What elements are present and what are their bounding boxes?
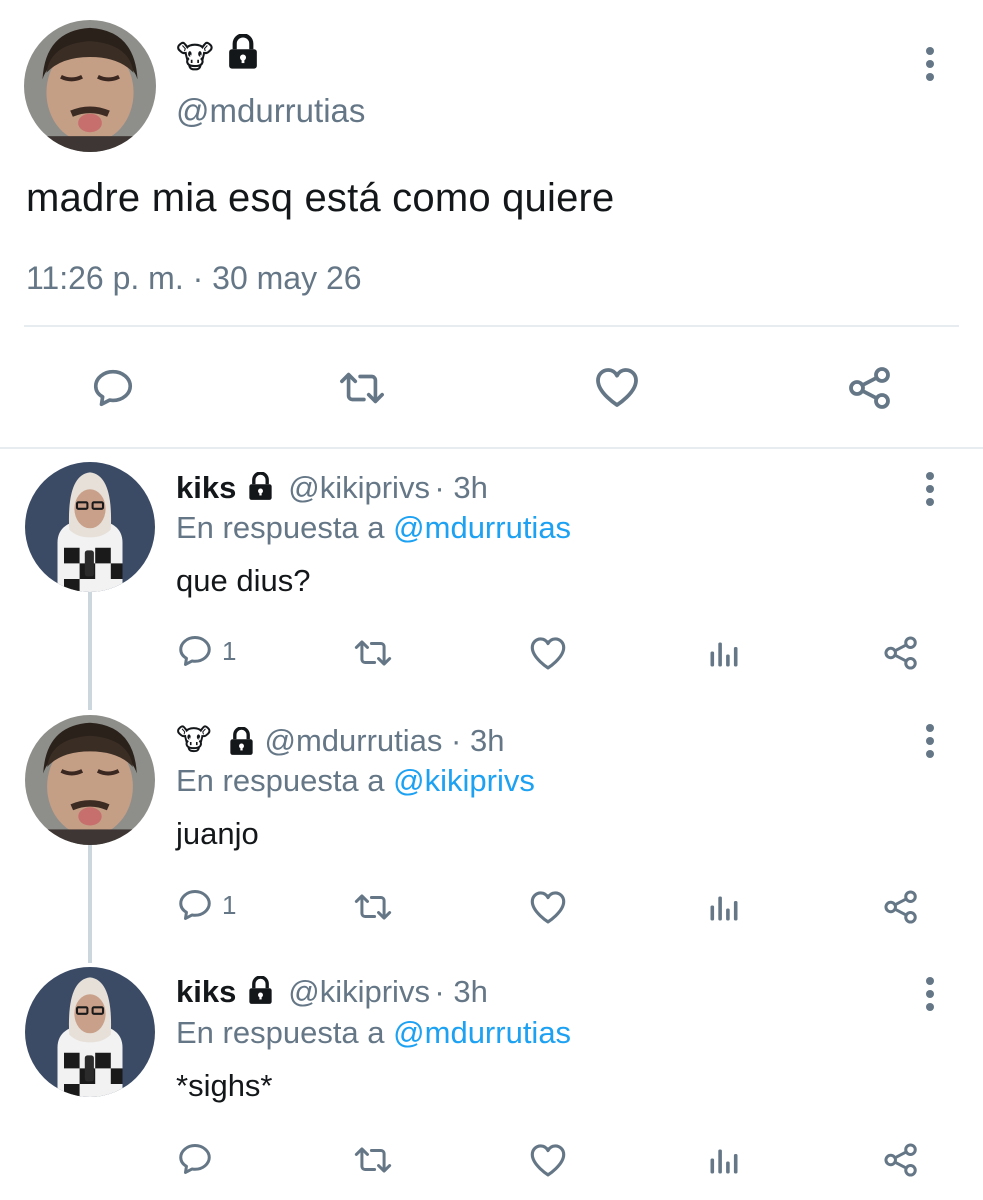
reply-context: En respuesta a @mdurrutias	[176, 510, 572, 545]
share-icon	[884, 890, 917, 924]
speech-bubble-icon	[93, 369, 133, 407]
retweet-button[interactable]	[352, 1141, 394, 1179]
analytics-button[interactable]	[706, 1141, 742, 1179]
like-button[interactable]	[528, 634, 568, 672]
user-handle[interactable]: @kikiprivs	[288, 974, 430, 1009]
divider	[0, 447, 983, 449]
like-button[interactable]	[528, 1141, 568, 1179]
reply-context: En respuesta a @kikiprivs	[176, 763, 535, 798]
share-button[interactable]	[882, 634, 920, 672]
speech-bubble-icon	[179, 890, 211, 920]
reply-header: 🐮 @mdurrutias · 3h	[176, 721, 504, 761]
user-handle[interactable]: @mdurrutias	[265, 723, 443, 759]
reply-time: 3h	[469, 723, 505, 758]
reply-count: 1	[222, 889, 237, 920]
heart-icon	[596, 368, 638, 407]
author-emoji: 🐮	[176, 724, 212, 757]
share-icon	[884, 636, 917, 670]
avatar-kikiprivs[interactable]	[25, 967, 155, 1097]
retweet-icon	[354, 894, 392, 920]
lock-icon	[228, 726, 255, 756]
user-handle[interactable]: @kikiprivs	[288, 470, 430, 505]
heart-icon	[530, 1144, 566, 1177]
retweet-icon	[354, 1147, 392, 1173]
reply-text: *sighs*	[176, 1068, 273, 1103]
analytics-button[interactable]	[706, 888, 742, 926]
lock-icon	[247, 472, 274, 501]
reply-text: que dius?	[176, 563, 311, 598]
share-icon	[849, 367, 890, 409]
avatar-mdurrutias[interactable]	[25, 715, 155, 845]
like-button[interactable]	[528, 888, 568, 926]
display-name[interactable]: kiks	[176, 470, 236, 505]
reply-text: juanjo	[176, 816, 259, 851]
speech-bubble-icon	[179, 636, 211, 666]
more-options-icon[interactable]	[918, 977, 942, 1016]
share-button[interactable]	[846, 364, 894, 412]
bar-chart-icon	[710, 896, 738, 921]
reply-to-link[interactable]: @mdurrutias	[393, 510, 571, 545]
reply-count: 1	[222, 635, 237, 666]
display-name[interactable]: kiks	[176, 974, 236, 1009]
retweet-button[interactable]	[352, 634, 394, 672]
retweet-icon	[354, 640, 392, 666]
tweet-text: madre mia esq está como quiere	[26, 176, 615, 220]
retweet-icon	[340, 372, 384, 404]
tweet-timestamp: 11:26 p. m. · 30 may 26	[26, 260, 362, 296]
thread-line	[88, 592, 92, 710]
bar-chart-icon	[710, 642, 738, 667]
author-handle[interactable]: @mdurrutias	[176, 92, 365, 130]
author-emoji: 🐮	[176, 39, 214, 75]
share-icon	[884, 1143, 917, 1177]
share-button[interactable]	[882, 888, 920, 926]
like-button[interactable]	[593, 364, 641, 410]
reply-context: En respuesta a @mdurrutias	[176, 1015, 572, 1050]
reply-time: 3h	[453, 470, 488, 505]
thread-line	[88, 845, 92, 963]
more-options-icon[interactable]	[918, 47, 942, 86]
reply-to-link[interactable]: @kikiprivs	[393, 763, 535, 798]
speech-bubble-icon	[179, 1144, 211, 1174]
avatar-kikiprivs[interactable]	[25, 462, 155, 592]
reply-to-link[interactable]: @mdurrutias	[393, 1015, 571, 1050]
reply-button[interactable]: 1	[176, 886, 236, 924]
bar-chart-icon	[710, 1149, 738, 1174]
lock-icon	[226, 34, 260, 70]
more-options-icon[interactable]	[918, 472, 942, 511]
lock-icon	[247, 976, 274, 1005]
reply-time: 3h	[453, 974, 488, 1009]
heart-icon	[530, 891, 566, 924]
reply-button[interactable]	[176, 1140, 214, 1178]
analytics-button[interactable]	[706, 634, 742, 672]
retweet-button[interactable]	[337, 365, 387, 411]
share-button[interactable]	[882, 1141, 920, 1179]
reply-button[interactable]	[90, 365, 136, 411]
reply-header: kiks @kikiprivs · 3h	[176, 470, 488, 505]
heart-icon	[530, 637, 566, 670]
more-options-icon[interactable]	[918, 724, 942, 763]
reply-header: kiks @kikiprivs · 3h	[176, 974, 488, 1009]
retweet-button[interactable]	[352, 888, 394, 926]
avatar-mdurrutias[interactable]	[24, 20, 156, 152]
divider	[24, 325, 959, 327]
reply-button[interactable]: 1	[176, 632, 236, 670]
